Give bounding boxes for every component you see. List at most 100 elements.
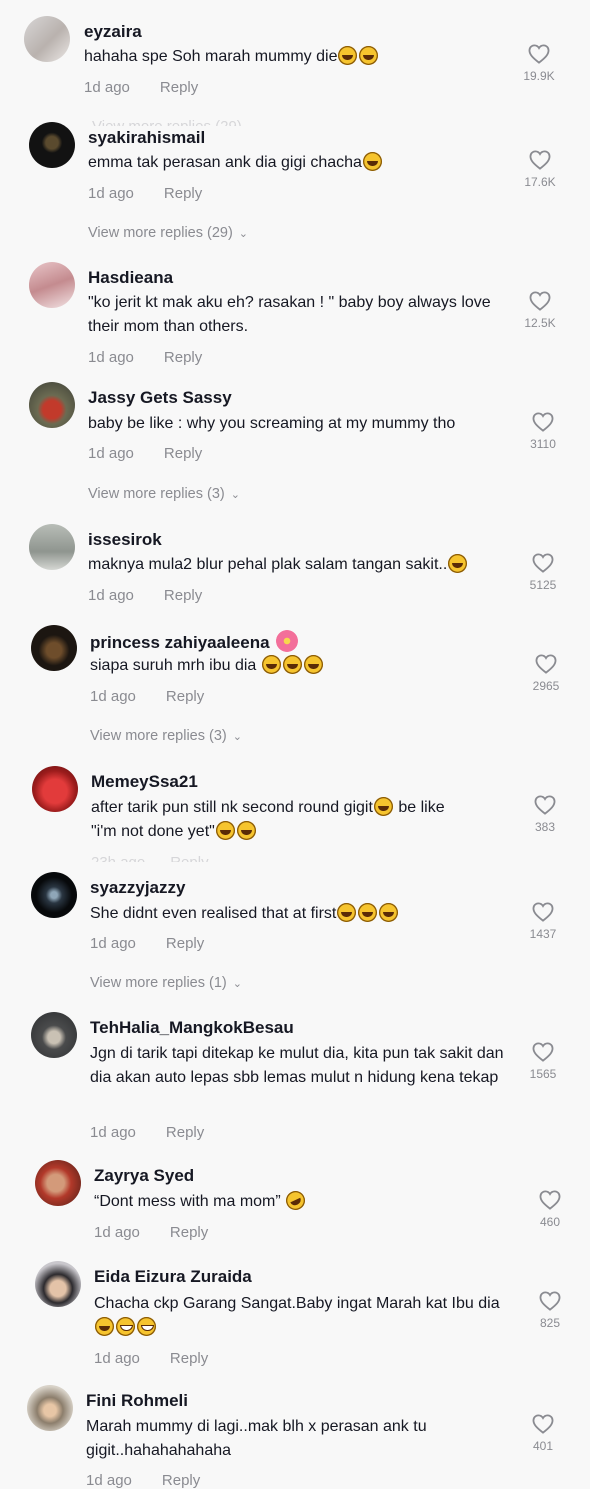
comment-meta: 1d ago Reply: [90, 688, 204, 705]
avatar[interactable]: [27, 1385, 73, 1431]
like-button[interactable]: 401: [513, 1414, 573, 1453]
like-button[interactable]: 460: [520, 1190, 580, 1229]
timestamp: 1d ago: [88, 349, 134, 366]
username[interactable]: Jassy Gets Sassy: [88, 388, 232, 408]
comment-text: “Dont mess with ma mom”: [94, 1187, 509, 1214]
timestamp: 1d ago: [84, 79, 130, 96]
timestamp: 1d ago: [90, 1124, 136, 1141]
timestamp: 1d ago: [94, 1224, 140, 1241]
laughing-emoji-icon: [358, 903, 378, 922]
like-button[interactable]: 3110: [513, 412, 573, 451]
username[interactable]: Eida Eizura Zuraida: [94, 1267, 252, 1287]
heart-outline-icon: [532, 412, 554, 432]
laughing-emoji-icon: [303, 655, 323, 674]
avatar[interactable]: [35, 1160, 81, 1206]
avatar[interactable]: [35, 1261, 81, 1307]
heart-outline-icon: [529, 150, 551, 170]
username[interactable]: issesirok: [88, 530, 162, 550]
heart-outline-icon: [528, 44, 550, 64]
heart-outline-icon: [532, 553, 554, 573]
reply-button[interactable]: Reply: [164, 349, 202, 366]
heart-outline-icon: [532, 1414, 554, 1434]
comment-meta: 1d ago Reply: [88, 445, 202, 462]
username[interactable]: syakirahismail: [88, 128, 205, 148]
like-count: 17.6K: [524, 175, 556, 189]
like-count: 1437: [529, 927, 557, 941]
like-count: 3110: [530, 437, 556, 451]
reply-button[interactable]: Reply: [170, 1224, 208, 1241]
avatar[interactable]: [24, 16, 70, 62]
view-more-replies-button[interactable]: View more replies (29) ⌄: [88, 225, 248, 241]
view-more-replies-button[interactable]: View more replies (1) ⌄: [90, 975, 242, 991]
username[interactable]: princess zahiyaaleena: [90, 630, 298, 653]
username[interactable]: eyzaira: [84, 22, 142, 42]
laughing-emoji-icon: [448, 554, 468, 573]
timestamp: 1d ago: [90, 688, 136, 705]
comment-meta: 1d ago Reply: [88, 587, 202, 604]
like-button[interactable]: 825: [520, 1291, 580, 1330]
laughing-emoji-icon: [362, 152, 382, 171]
avatar[interactable]: [31, 872, 77, 918]
faded-row: 23h ago Reply: [91, 854, 209, 862]
comment-text: She didnt even realised that at first: [90, 902, 505, 926]
comment-text: emma tak perasan ank dia gigi chacha: [88, 151, 503, 175]
like-count: 460: [539, 1215, 561, 1229]
like-button[interactable]: 1437: [513, 902, 573, 941]
reply-button[interactable]: Reply: [162, 1472, 200, 1489]
username[interactable]: TehHalia_MangkokBesau: [90, 1018, 294, 1038]
like-button[interactable]: 2965: [516, 654, 576, 693]
username[interactable]: Hasdieana: [88, 268, 173, 288]
reply-button[interactable]: Reply: [166, 688, 204, 705]
view-more-replies-button[interactable]: View more replies (3) ⌄: [88, 486, 240, 502]
grinning-emoji-icon: [116, 1317, 135, 1336]
like-count: 19.9K: [523, 69, 555, 83]
timestamp: 1d ago: [88, 445, 134, 462]
comment-text: Jgn di tarik tapi ditekap ke mulut dia, …: [90, 1045, 504, 1086]
like-count: 825: [539, 1316, 561, 1330]
like-button[interactable]: 12.5K: [510, 291, 570, 330]
username[interactable]: MemeySsa21: [91, 772, 198, 792]
reply-button[interactable]: Reply: [164, 445, 202, 462]
chevron-down-icon: ⌄: [238, 228, 249, 240]
laughing-emoji-icon: [359, 46, 379, 65]
avatar[interactable]: [32, 766, 78, 812]
like-button[interactable]: 19.9K: [509, 44, 569, 83]
reply-button[interactable]: Reply: [166, 1124, 204, 1141]
reply-button[interactable]: Reply: [166, 935, 204, 952]
chevron-down-icon: ⌄: [232, 731, 242, 743]
laughing-emoji-icon: [379, 903, 399, 922]
reply-button[interactable]: Reply: [160, 79, 198, 96]
avatar[interactable]: [29, 122, 75, 168]
username[interactable]: Fini Rohmeli: [86, 1391, 188, 1411]
comment-meta: 1d ago Reply: [88, 349, 202, 366]
avatar[interactable]: [29, 382, 75, 428]
reply-button[interactable]: Reply: [164, 185, 202, 202]
username[interactable]: Zayrya Syed: [94, 1166, 194, 1186]
rolling-laughing-emoji-icon: [283, 1187, 309, 1214]
reply-button[interactable]: Reply: [164, 587, 202, 604]
like-button[interactable]: 17.6K: [510, 150, 570, 189]
laughing-emoji-icon: [215, 821, 235, 840]
like-button[interactable]: 383: [515, 795, 575, 834]
username[interactable]: syazzyjazzy: [90, 878, 185, 898]
avatar[interactable]: [29, 524, 75, 570]
view-more-replies-button[interactable]: View more replies (3) ⌄: [90, 728, 242, 744]
avatar[interactable]: [31, 625, 77, 671]
like-count: 2965: [532, 679, 560, 693]
chevron-down-icon: ⌄: [232, 978, 242, 990]
comment-text: siapa suruh mrh ibu dia: [90, 654, 505, 678]
like-count: 5125: [529, 578, 557, 592]
avatar[interactable]: [31, 1012, 77, 1058]
like-button[interactable]: 5125: [513, 553, 573, 592]
reply-button[interactable]: Reply: [170, 1350, 208, 1367]
comment-text: Chacha ckp Garang Sangat.Baby ingat Mara…: [94, 1292, 509, 1340]
avatar[interactable]: [29, 262, 75, 308]
like-button[interactable]: 1565: [513, 1042, 573, 1081]
comment-text: hahaha spe Soh marah mummy die: [84, 45, 499, 69]
laughing-emoji-icon: [282, 655, 302, 674]
comment-meta: 1d ago Reply: [90, 935, 204, 952]
hibiscus-emoji-icon: [275, 630, 298, 652]
faded-row: View more replies (29): [92, 118, 242, 126]
like-count: 401: [532, 1439, 554, 1453]
like-count: 12.5K: [524, 316, 556, 330]
